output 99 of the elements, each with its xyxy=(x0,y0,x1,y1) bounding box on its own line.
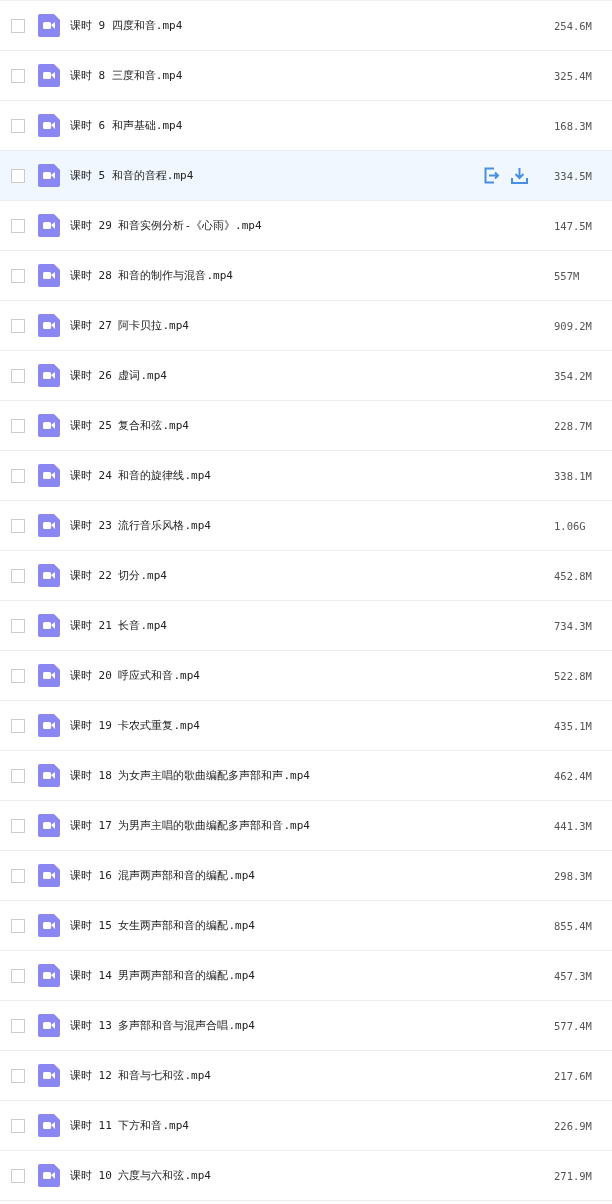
checkbox[interactable] xyxy=(11,1068,25,1083)
file-size: 334.5M xyxy=(554,169,593,182)
checkbox[interactable] xyxy=(11,168,25,183)
video-file-icon xyxy=(38,514,60,537)
video-file-icon xyxy=(38,1014,60,1037)
file-name[interactable]: 课时 28 和音的制作与混音.mp4 xyxy=(70,268,554,283)
video-file-icon xyxy=(38,264,60,287)
file-size: 577.4M xyxy=(554,1019,593,1032)
file-name[interactable]: 课时 27 阿卡贝拉.mp4 xyxy=(70,318,554,333)
video-file-icon xyxy=(38,814,60,837)
file-size: 462.4M xyxy=(554,769,593,782)
video-file-icon xyxy=(38,214,60,237)
video-file-icon xyxy=(38,464,60,487)
checkbox[interactable] xyxy=(11,868,25,883)
video-file-icon xyxy=(38,1114,60,1137)
video-file-icon xyxy=(38,64,60,87)
file-size: 1.06G xyxy=(554,519,587,532)
file-size: 734.3M xyxy=(554,619,593,632)
video-file-icon xyxy=(38,1064,60,1087)
file-size: 441.3M xyxy=(554,819,593,832)
checkbox[interactable] xyxy=(11,368,25,383)
checkbox[interactable] xyxy=(11,768,25,783)
file-name[interactable]: 课时 24 和音的旋律线.mp4 xyxy=(70,468,554,483)
file-name[interactable]: 课时 29 和音实例分析-《心雨》.mp4 xyxy=(70,218,554,233)
file-name[interactable]: 课时 10 六度与六和弦.mp4 xyxy=(70,1168,554,1183)
file-size: 435.1M xyxy=(554,719,593,732)
video-file-icon xyxy=(38,914,60,937)
file-size: 354.2M xyxy=(554,369,593,382)
file-name[interactable]: 课时 17 为男声主唱的歌曲编配多声部和音.mp4 xyxy=(70,818,554,833)
file-name[interactable]: 课时 16 混声两声部和音的编配.mp4 xyxy=(70,868,554,883)
file-name[interactable]: 课时 15 女生两声部和音的编配.mp4 xyxy=(70,918,554,933)
checkbox[interactable] xyxy=(11,118,25,133)
video-file-icon xyxy=(38,964,60,987)
checkbox[interactable] xyxy=(11,268,25,283)
checkbox[interactable] xyxy=(11,418,25,433)
video-file-icon xyxy=(38,164,60,187)
video-file-icon xyxy=(38,664,60,687)
checkbox[interactable] xyxy=(11,568,25,583)
file-size: 271.9M xyxy=(554,1169,593,1182)
file-size: 226.9M xyxy=(554,1119,593,1132)
file-name[interactable]: 课时 21 长音.mp4 xyxy=(70,618,554,633)
file-size: 325.4M xyxy=(554,69,593,82)
file-row[interactable]: 课时 5 和音的音程.mp4 334.5M xyxy=(0,151,612,201)
checkbox[interactable] xyxy=(11,968,25,983)
file-name[interactable]: 课时 9 四度和音.mp4 xyxy=(70,18,554,33)
checkbox[interactable] xyxy=(11,468,25,483)
file-name[interactable]: 课时 26 虚词.mp4 xyxy=(70,368,554,383)
video-file-icon xyxy=(38,314,60,337)
file-size: 168.3M xyxy=(554,119,593,132)
checkbox[interactable] xyxy=(11,718,25,733)
video-file-icon xyxy=(38,14,60,37)
video-file-icon xyxy=(38,1164,60,1187)
checkbox[interactable] xyxy=(11,518,25,533)
checkbox[interactable] xyxy=(11,1168,25,1183)
file-size: 452.8M xyxy=(554,569,593,582)
video-file-icon xyxy=(38,364,60,387)
file-name[interactable]: 课时 20 呼应式和音.mp4 xyxy=(70,668,554,683)
video-file-icon xyxy=(38,864,60,887)
file-name[interactable]: 课时 14 男声两声部和音的编配.mp4 xyxy=(70,968,554,983)
video-file-icon xyxy=(38,714,60,737)
checkbox[interactable] xyxy=(11,818,25,833)
file-name[interactable]: 课时 25 复合和弦.mp4 xyxy=(70,418,554,433)
checkbox[interactable] xyxy=(11,918,25,933)
checkbox[interactable] xyxy=(11,18,25,33)
move-icon[interactable] xyxy=(484,167,501,184)
file-name[interactable]: 课时 5 和音的音程.mp4 xyxy=(70,168,484,183)
checkbox[interactable] xyxy=(11,318,25,333)
file-name[interactable]: 课时 12 和音与七和弦.mp4 xyxy=(70,1068,554,1083)
checkbox[interactable] xyxy=(11,68,25,83)
file-name[interactable]: 课时 11 下方和音.mp4 xyxy=(70,1118,554,1133)
checkbox[interactable] xyxy=(11,1018,25,1033)
file-size: 522.8M xyxy=(554,669,593,682)
file-name[interactable]: 课时 19 卡农式重复.mp4 xyxy=(70,718,554,733)
video-file-icon xyxy=(38,414,60,437)
file-size: 298.3M xyxy=(554,869,593,882)
file-name[interactable]: 课时 22 切分.mp4 xyxy=(70,568,554,583)
checkbox[interactable] xyxy=(11,618,25,633)
file-name[interactable]: 课时 13 多声部和音与混声合唱.mp4 xyxy=(70,1018,554,1033)
checkbox[interactable] xyxy=(11,1118,25,1133)
file-name[interactable]: 课时 23 流行音乐风格.mp4 xyxy=(70,518,554,533)
video-file-icon xyxy=(38,614,60,637)
file-size: 457.3M xyxy=(554,969,593,982)
video-file-icon xyxy=(38,564,60,587)
file-name[interactable]: 课时 6 和声基础.mp4 xyxy=(70,118,554,133)
checkbox[interactable] xyxy=(11,668,25,683)
file-size: 557M xyxy=(554,269,581,282)
file-size: 855.4M xyxy=(554,919,593,932)
video-file-icon xyxy=(38,764,60,787)
file-size: 254.6M xyxy=(554,19,593,32)
download-icon[interactable] xyxy=(511,167,528,184)
file-size: 338.1M xyxy=(554,469,593,482)
file-size: 909.2M xyxy=(554,319,593,332)
file-size: 147.5M xyxy=(554,219,593,232)
file-size: 217.6M xyxy=(554,1069,593,1082)
file-name[interactable]: 课时 8 三度和音.mp4 xyxy=(70,68,554,83)
file-size: 228.7M xyxy=(554,419,593,432)
checkbox[interactable] xyxy=(11,218,25,233)
file-name[interactable]: 课时 18 为女声主唱的歌曲编配多声部和声.mp4 xyxy=(70,768,554,783)
video-file-icon xyxy=(38,114,60,137)
